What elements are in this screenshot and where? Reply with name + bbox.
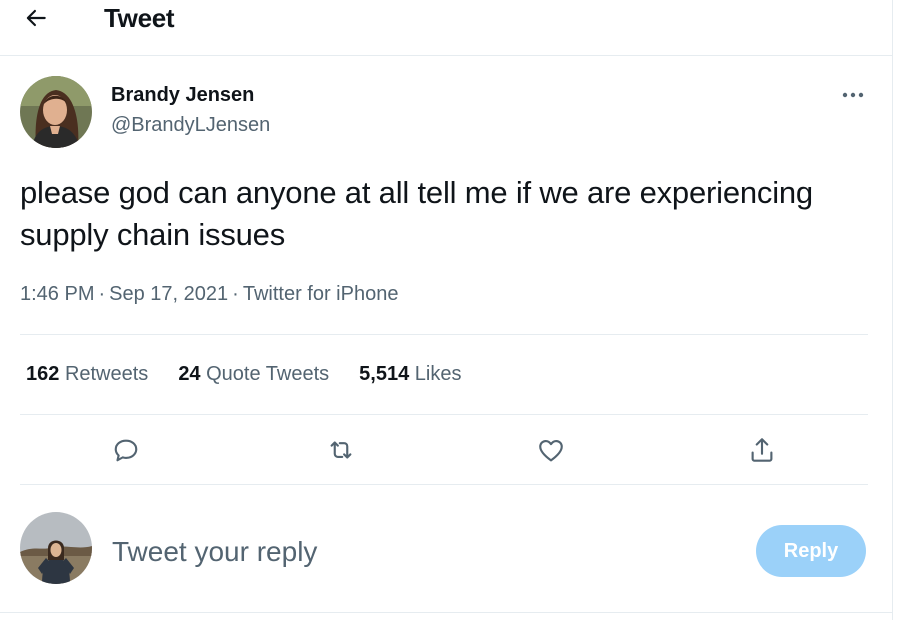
tweet-text: please god can anyone at all tell me if … — [20, 175, 813, 252]
author-handle[interactable]: @BrandyLJensen — [111, 112, 270, 138]
more-options-button[interactable] — [838, 82, 868, 108]
divider — [20, 414, 868, 415]
reply-input[interactable] — [112, 532, 712, 572]
retweets-stat[interactable]: 162 Retweets — [26, 360, 148, 388]
top-bar: Tweet — [0, 0, 893, 56]
share-icon — [751, 438, 773, 462]
retweet-icon — [330, 441, 352, 459]
like-icon — [539, 439, 563, 462]
tweet-metadata: 1:46 PM · Sep 17, 2021 · Twitter for iPhone — [20, 281, 398, 307]
divider — [20, 334, 868, 335]
quote-tweets-count: 24 — [178, 363, 201, 385]
meta-separator: · — [232, 283, 239, 305]
share-button[interactable] — [746, 434, 778, 466]
retweet-button[interactable] — [325, 434, 357, 466]
reply-button[interactable] — [110, 434, 142, 466]
tweet-date[interactable]: Sep 17, 2021 — [109, 283, 228, 305]
likes-stat[interactable]: 5,514 Likes — [359, 360, 461, 388]
meta-separator: · — [98, 283, 106, 305]
retweets-count: 162 — [26, 363, 60, 385]
tweet-time[interactable]: 1:46 PM — [20, 283, 94, 305]
likes-count: 5,514 — [359, 363, 410, 385]
like-button[interactable] — [535, 434, 567, 466]
more-dots-icon — [842, 92, 864, 98]
page-title: Tweet — [104, 3, 175, 33]
back-button[interactable] — [20, 2, 52, 34]
likes-label: Likes — [414, 363, 462, 385]
divider — [20, 484, 868, 485]
user-avatar — [20, 512, 92, 584]
reply-icon — [114, 439, 138, 462]
divider — [0, 612, 893, 613]
arrow-left-icon — [26, 9, 46, 27]
tweet-stats: 162 Retweets 24 Quote Tweets 5,514 Likes — [26, 360, 492, 388]
tweet-source[interactable]: Twitter for iPhone — [243, 283, 399, 305]
author-avatar[interactable] — [20, 76, 92, 148]
retweets-label: Retweets — [64, 363, 149, 385]
author-name[interactable]: Brandy Jensen — [111, 82, 254, 108]
tweet-page: Tweet Brandy Jensen @BrandyLJensen pleas… — [0, 0, 893, 620]
quote-tweets-stat[interactable]: 24 Quote Tweets — [178, 360, 329, 388]
quote-tweets-label: Quote Tweets — [206, 363, 330, 385]
reply-submit-button[interactable]: Reply — [756, 525, 866, 577]
